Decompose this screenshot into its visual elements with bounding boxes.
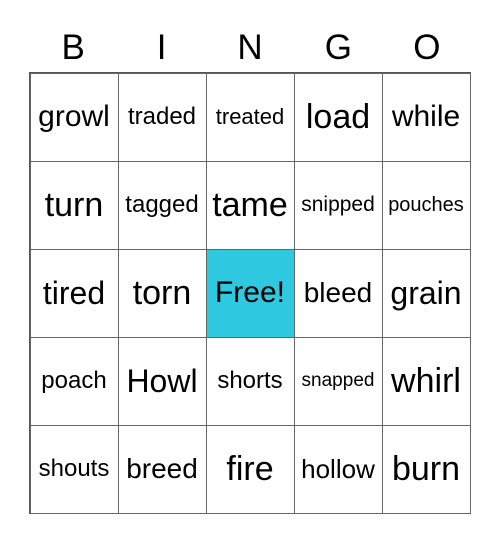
bingo-cell[interactable]: bleed xyxy=(293,248,383,338)
bingo-cell[interactable]: treated xyxy=(205,72,295,162)
header-letter-i: I xyxy=(156,28,167,67)
bingo-cell[interactable]: snipped xyxy=(293,160,383,250)
bingo-cell[interactable]: hollow xyxy=(293,424,383,514)
free-space-cell[interactable]: Free! xyxy=(205,248,295,338)
header-letter-g: G xyxy=(324,28,353,67)
bingo-cell[interactable]: fire xyxy=(205,424,295,514)
header-letter-o: O xyxy=(413,28,441,67)
bingo-cell[interactable]: poach xyxy=(29,336,119,426)
bingo-cell[interactable]: burn xyxy=(381,424,471,514)
bingo-cell[interactable]: grain xyxy=(381,248,471,338)
bingo-cell[interactable]: snapped xyxy=(293,336,383,426)
bingo-cell[interactable]: breed xyxy=(117,424,207,514)
bingo-cell[interactable]: growl xyxy=(29,72,119,162)
bingo-cell[interactable]: pouches xyxy=(381,160,471,250)
bingo-cell[interactable]: shorts xyxy=(205,336,295,426)
bingo-header: B I N G O xyxy=(29,24,471,72)
bingo-cell[interactable]: tame xyxy=(205,160,295,250)
bingo-cell[interactable]: Howl xyxy=(117,336,207,426)
bingo-cell[interactable]: torn xyxy=(117,248,207,338)
bingo-cell[interactable]: while xyxy=(381,72,471,162)
bingo-grid: growl traded treated load while turn tag… xyxy=(29,72,471,514)
bingo-cell[interactable]: load xyxy=(293,72,383,162)
bingo-cell[interactable]: whirl xyxy=(381,336,471,426)
bingo-cell[interactable]: tagged xyxy=(117,160,207,250)
bingo-cell[interactable]: tired xyxy=(29,248,119,338)
bingo-cell[interactable]: traded xyxy=(117,72,207,162)
header-letter-n: N xyxy=(237,28,263,67)
bingo-cell[interactable]: shouts xyxy=(29,424,119,514)
header-letter-b: B xyxy=(61,28,85,67)
bingo-cell[interactable]: turn xyxy=(29,160,119,250)
